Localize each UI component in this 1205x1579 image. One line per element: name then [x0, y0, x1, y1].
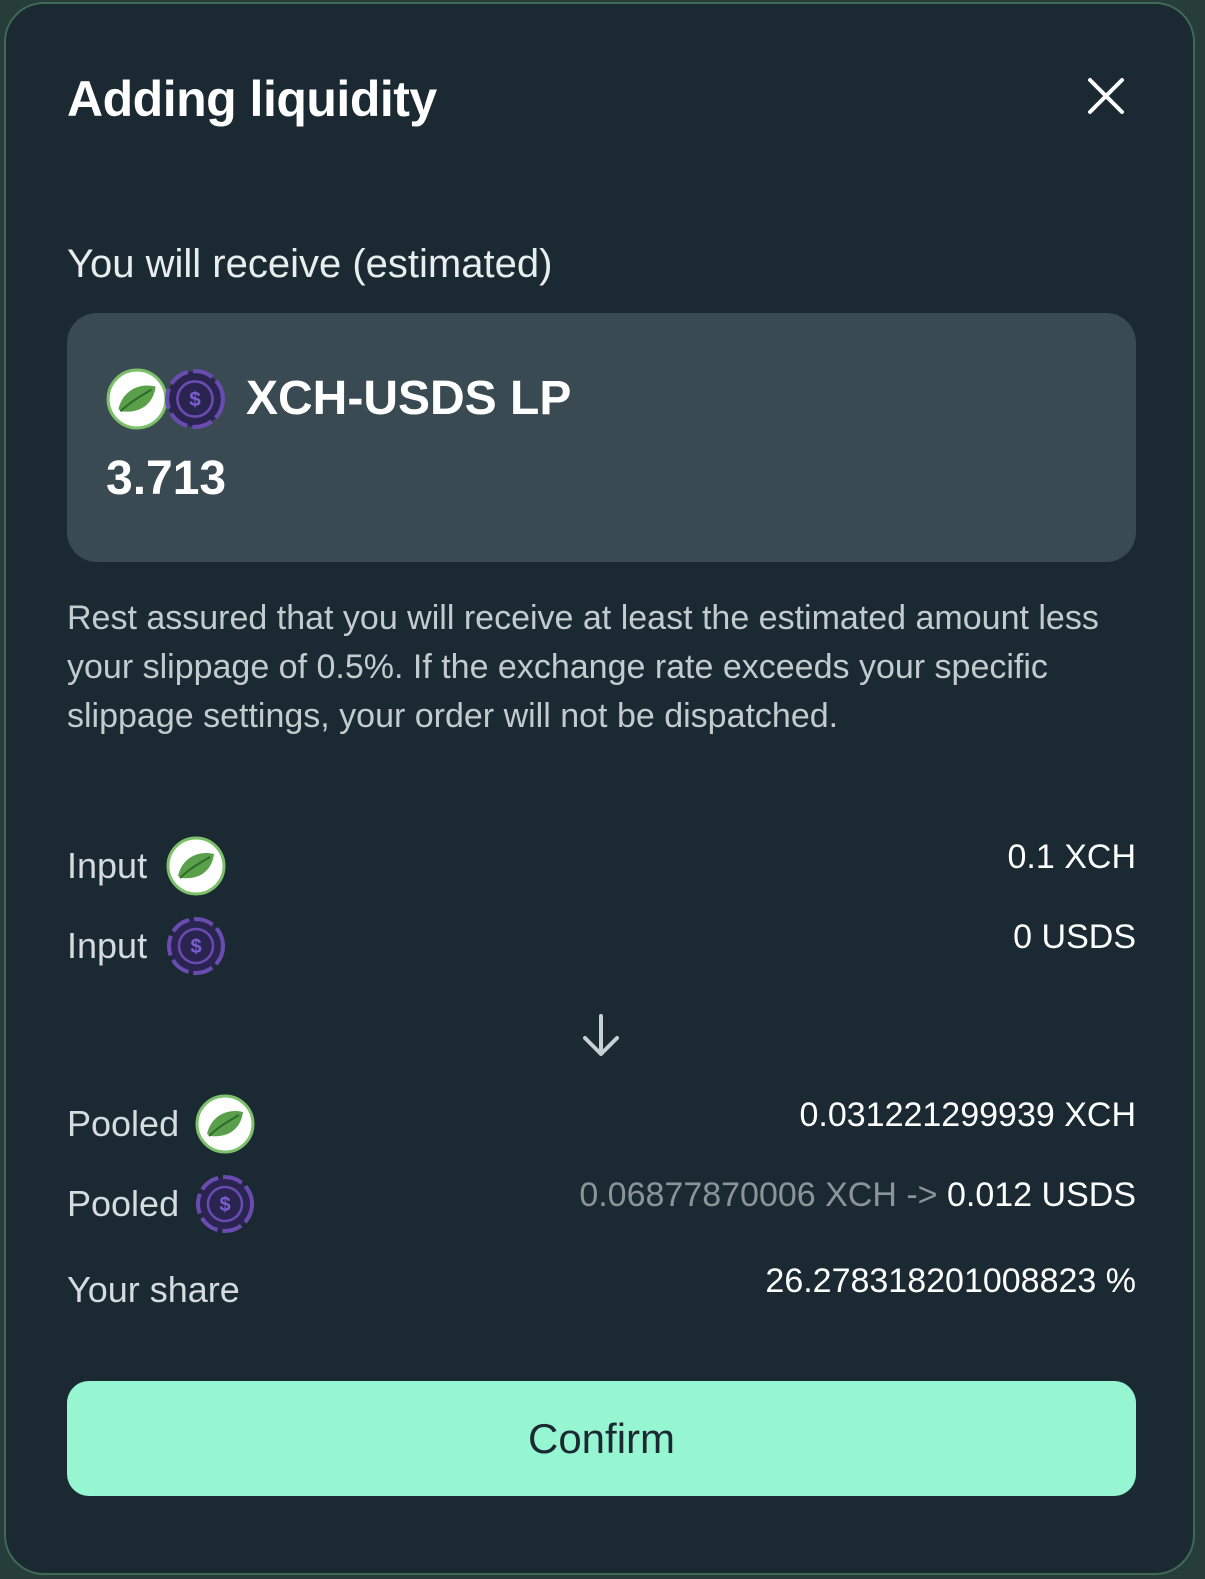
- close-icon: [1088, 78, 1124, 114]
- pooled-label: Pooled: [67, 1103, 180, 1144]
- xch-leaf-icon: [166, 836, 226, 896]
- pooled-label: Pooled: [67, 1183, 180, 1224]
- usds-dollar-icon: [166, 916, 226, 976]
- pooled-row-xch: Pooled 0.031221299939 XCH: [67, 1092, 1136, 1156]
- adding-liquidity-modal: Adding liquidity You will receive (estim…: [4, 2, 1195, 1575]
- confirm-button[interactable]: Confirm: [67, 1381, 1136, 1496]
- xch-leaf-icon: [195, 1094, 255, 1154]
- lp-token-name: XCH-USDS LP: [246, 372, 572, 425]
- input-value: 0.1 XCH: [1007, 838, 1137, 876]
- pooled-value: 0.06877870006 XCH -> 0.012 USDS: [579, 1176, 1136, 1215]
- lp-token-icons: [106, 368, 228, 430]
- xch-leaf-icon: [106, 368, 168, 430]
- input-label: Input: [67, 845, 148, 886]
- share-row: Your share 26.278318201008823 %: [67, 1258, 1136, 1322]
- pooled-value: 0.031221299939 XCH: [799, 1096, 1137, 1134]
- receive-label: You will receive (estimated): [67, 242, 553, 286]
- input-value: 0 USDS: [1013, 918, 1136, 956]
- pooled-conversion-source: 0.06877870006 XCH ->: [579, 1176, 938, 1214]
- lp-token-card: XCH-USDS LP 3.713: [67, 313, 1136, 562]
- share-label: Your share: [67, 1269, 240, 1310]
- input-row-usds: Input 0 USDS: [67, 914, 1136, 978]
- input-row-xch: Input 0.1 XCH: [67, 834, 1136, 898]
- modal-title: Adding liquidity: [67, 71, 437, 127]
- pooled-conversion-result: 0.012 USDS: [947, 1176, 1136, 1214]
- arrow-down-icon: [583, 1014, 619, 1056]
- close-button[interactable]: [1084, 74, 1128, 118]
- pooled-row-usds: Pooled 0.06877870006 XCH -> 0.012 USDS: [67, 1172, 1136, 1236]
- share-value: 26.278318201008823 %: [765, 1262, 1136, 1300]
- lp-token-amount: 3.713: [106, 452, 227, 505]
- slippage-note: Rest assured that you will receive at le…: [67, 599, 1099, 735]
- input-label: Input: [67, 925, 148, 966]
- usds-dollar-icon: [195, 1174, 255, 1234]
- usds-dollar-icon: [164, 368, 226, 430]
